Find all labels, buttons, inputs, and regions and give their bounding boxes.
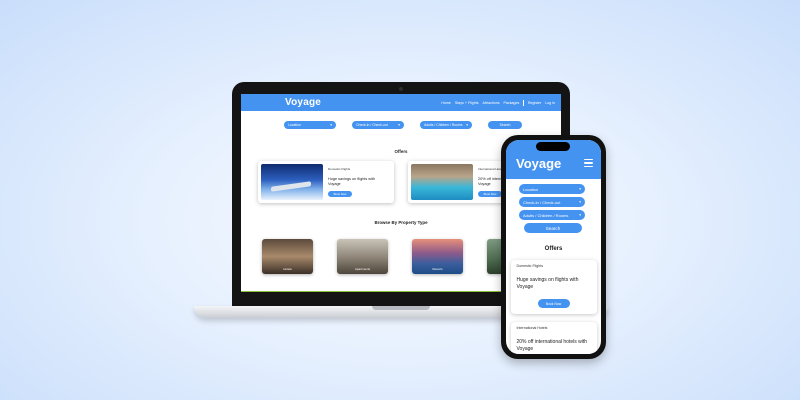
nav-packages[interactable]: Packages	[504, 101, 520, 105]
hamburger-menu-icon[interactable]	[584, 159, 593, 167]
property-label: Apartments	[354, 267, 371, 271]
phone-dynamic-island	[536, 142, 570, 151]
offer-image-hotel	[411, 164, 473, 200]
guests-select[interactable]: Adults / Children / Rooms ▾	[420, 121, 472, 129]
desktop-search-bar: Location ▾ Check-in / Check-out ▾ Adults…	[241, 121, 561, 129]
offer-card-body: Domestic Flights Huge savings on flights…	[323, 164, 391, 200]
mobile-book-now-button[interactable]: Book Now	[537, 299, 570, 308]
guests-select-label: Adults / Children / Rooms	[424, 123, 463, 127]
mobile-offer-tag: International Hotels	[516, 326, 548, 330]
mobile-offer-card: Domestic Flights Huge savings on flights…	[510, 260, 597, 314]
mobile-site: Voyage Location ▾ Check-in / Check-out ▾…	[506, 140, 601, 354]
search-button[interactable]: Search	[488, 121, 522, 129]
offer-text: Huge savings on flights with Voyage	[328, 177, 376, 187]
nav-attractions[interactable]: Attractions	[483, 101, 500, 105]
mobile-offers-title: Offers	[544, 246, 563, 252]
location-select-label: Location	[288, 123, 301, 127]
offer-tag: Domestic Flights	[328, 167, 351, 171]
mobile-guests-select[interactable]: Adults / Children / Rooms ▾	[519, 210, 585, 220]
laptop-camera	[399, 87, 403, 91]
location-select[interactable]: Location ▾	[284, 121, 336, 129]
mobile-location-select[interactable]: Location ▾	[519, 184, 585, 194]
mobile-dates-label: Check-in / Check-out	[523, 199, 561, 205]
property-label: Hotels	[283, 267, 292, 271]
mobile-logo[interactable]: Voyage	[516, 156, 561, 171]
dates-select-label: Check-in / Check-out	[356, 123, 388, 127]
book-now-button[interactable]: Book Now	[328, 191, 352, 197]
nav-login[interactable]: Log in	[545, 101, 555, 105]
chevron-down-icon: ▾	[466, 123, 468, 127]
nav-home[interactable]: Home	[441, 101, 451, 105]
dates-select[interactable]: Check-in / Check-out ▾	[352, 121, 404, 129]
mobile-search-button[interactable]: Search	[524, 223, 582, 233]
mobile-dates-select[interactable]: Check-in / Check-out ▾	[519, 197, 585, 207]
chevron-down-icon: ▾	[579, 200, 581, 204]
mobile-offer-card: International Hotels 20% off internation…	[510, 322, 597, 354]
chevron-down-icon: ▾	[579, 213, 581, 217]
chevron-down-icon: ▾	[579, 187, 581, 191]
nav-divider	[523, 99, 524, 106]
mobile-location-label: Location	[523, 186, 539, 192]
mobile-search-form: Location ▾ Check-in / Check-out ▾ Adults…	[506, 184, 601, 233]
offer-image-flight	[261, 164, 323, 200]
mobile-offer-tag: Domestic Flights	[516, 264, 544, 268]
nav-stays-flights[interactable]: Stays + Flights	[455, 101, 479, 105]
book-now-button[interactable]: Book Now	[478, 191, 502, 197]
chevron-down-icon: ▾	[330, 123, 332, 127]
property-card-hotels[interactable]: Hotels	[262, 239, 313, 274]
mobile-guests-label: Adults / Children / Rooms	[523, 212, 569, 218]
property-label: Resorts	[432, 267, 443, 271]
mobile-offer-text: Huge savings on flights with Voyage	[516, 277, 579, 290]
property-card-resorts[interactable]: Resorts	[412, 239, 463, 274]
offer-card: Domestic Flights Huge savings on flights…	[258, 161, 394, 203]
property-card-apartments[interactable]: Apartments	[337, 239, 388, 274]
mobile-offer-text: 20% off international hotels with Voyage	[516, 339, 588, 352]
desktop-navbar: Voyage Home Stays + Flights Attractions …	[241, 94, 561, 111]
laptop-notch	[372, 306, 430, 310]
desktop-logo[interactable]: Voyage	[285, 97, 321, 108]
desktop-nav-links: Home Stays + Flights Attractions Package…	[441, 99, 555, 106]
nav-register[interactable]: Register	[528, 101, 541, 105]
chevron-down-icon: ▾	[398, 123, 400, 127]
